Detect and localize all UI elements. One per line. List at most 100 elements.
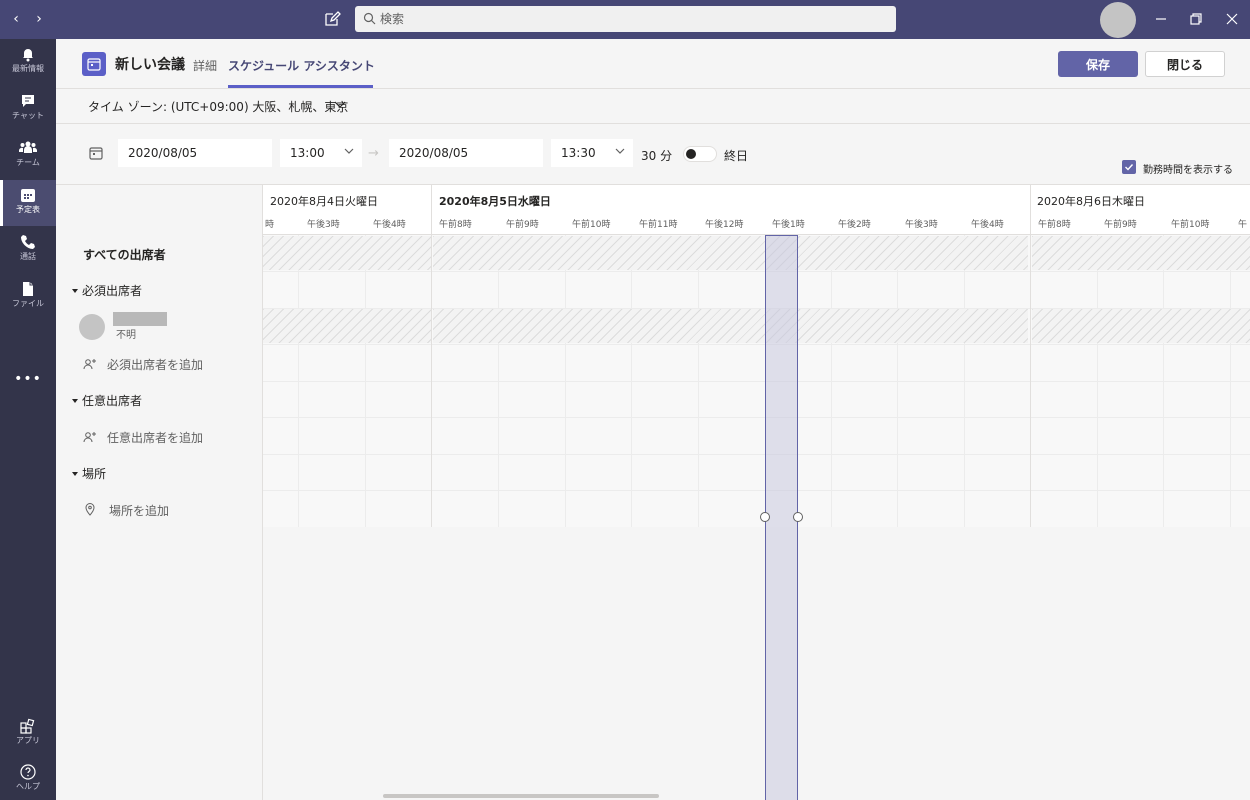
end-time-value: 13:30 — [561, 146, 596, 160]
all-day-label: 終日 — [724, 149, 749, 163]
chevron-down-icon — [334, 101, 346, 108]
restore-icon[interactable] — [1186, 9, 1206, 29]
grid-line — [263, 454, 1250, 455]
all-day-toggle[interactable] — [683, 146, 717, 162]
rail-chat[interactable]: チャット — [0, 86, 56, 132]
add-optional-attendee[interactable]: 任意出席者を追加 — [83, 429, 203, 446]
location-label: 場所 — [82, 467, 107, 481]
search-input[interactable] — [380, 9, 880, 29]
start-time-value: 13:00 — [290, 146, 325, 160]
apps-icon — [20, 718, 35, 734]
meeting-calendar-icon — [82, 52, 106, 76]
rail-label: チーム — [16, 158, 40, 167]
caret-down-icon — [72, 399, 78, 403]
rail-teams[interactable]: チーム — [0, 133, 56, 179]
required-attendees-header[interactable]: 必須出席者 — [72, 282, 142, 299]
timeline-body[interactable] — [263, 235, 1250, 527]
hour-label: 時 — [265, 220, 275, 230]
page-title: 新しい会議 — [115, 57, 185, 73]
hour-label: 午後3時 — [307, 220, 340, 230]
more-apps-button[interactable]: ••• — [0, 371, 56, 387]
rail-activity[interactable]: 最新情報 — [0, 39, 56, 85]
rail-label: ヘルプ — [16, 782, 40, 791]
add-location[interactable]: 場所を追加 — [84, 502, 169, 519]
rail-label: ファイル — [12, 299, 44, 308]
add-optional-label: 任意出席者を追加 — [107, 431, 204, 445]
resize-handle-start[interactable] — [760, 512, 770, 522]
non-working-hours-block — [1032, 309, 1250, 343]
all-attendees-label: すべての出席者 — [83, 248, 166, 262]
non-working-hours-block — [1032, 236, 1250, 270]
grid-line — [263, 344, 1250, 345]
non-working-hours-block — [433, 309, 1028, 343]
grid-line — [263, 271, 1250, 272]
caret-down-icon — [72, 289, 78, 293]
hour-label: 午後4時 — [971, 220, 1004, 230]
rail-help[interactable]: ヘルプ — [0, 757, 56, 800]
rail-apps[interactable]: アプリ — [0, 711, 56, 757]
add-required-attendee[interactable]: 必須出席者を追加 — [83, 356, 203, 373]
tab-scheduling-assistant[interactable]: スケジュール アシスタント — [228, 57, 375, 74]
day-divider — [1030, 185, 1031, 527]
close-window-icon[interactable] — [1222, 9, 1242, 29]
add-location-label: 場所を追加 — [109, 504, 170, 518]
phone-icon — [21, 235, 35, 249]
chevron-down-icon — [615, 148, 625, 154]
timezone-selector[interactable]: タイム ゾーン: (UTC+09:00) 大阪、札幌、東京 — [88, 98, 348, 115]
help-icon — [20, 764, 36, 780]
attendee-status: 不明 — [116, 330, 136, 341]
horizontal-scrollbar[interactable] — [383, 794, 659, 798]
attendee-name-redacted — [113, 312, 167, 326]
schedule-grid: 2020年8月4日火曜日 2020年8月5日水曜日 2020年8月6日木曜日 時… — [263, 184, 1250, 800]
optional-attendees-header[interactable]: 任意出席者 — [72, 392, 142, 409]
calendar-icon — [21, 189, 35, 202]
start-date-field[interactable]: 2020/08/05 — [118, 139, 272, 167]
add-required-label: 必須出席者を追加 — [107, 358, 204, 372]
hour-label: 午 — [1238, 220, 1248, 230]
start-time-select[interactable]: 13:00 — [280, 139, 362, 167]
calendar-icon — [89, 147, 103, 160]
close-button[interactable]: 閉じる — [1145, 51, 1225, 77]
compose-icon[interactable] — [323, 10, 341, 28]
bell-icon — [23, 49, 33, 62]
non-working-hours-block — [263, 236, 431, 270]
hour-label: 午前11時 — [639, 220, 678, 230]
save-button[interactable]: 保存 — [1058, 51, 1138, 77]
end-date-field[interactable]: 2020/08/05 — [389, 139, 543, 167]
day-label: 2020年8月6日木曜日 — [1037, 195, 1145, 208]
hour-label: 午後12時 — [705, 220, 744, 230]
hour-label: 午前10時 — [1171, 220, 1210, 230]
meeting-header: 新しい会議 詳細 スケジュール アシスタント 保存 閉じる — [56, 39, 1250, 89]
profile-avatar[interactable] — [1100, 2, 1136, 38]
hour-label: 午後2時 — [838, 220, 871, 230]
hour-label: 午前8時 — [439, 220, 472, 230]
title-bar: ‹ › — [0, 0, 1250, 39]
location-header[interactable]: 場所 — [72, 465, 106, 482]
rail-calendar[interactable]: 予定表 — [0, 180, 56, 226]
back-button[interactable]: ‹ — [8, 10, 24, 28]
end-time-select[interactable]: 13:30 — [551, 139, 633, 167]
hour-label: 午後3時 — [905, 220, 938, 230]
hour-label: 午後4時 — [373, 220, 406, 230]
rail-calls[interactable]: 通話 — [0, 227, 56, 273]
grid-line — [263, 381, 1250, 382]
active-tab-indicator — [228, 85, 373, 88]
non-working-hours-block — [263, 309, 431, 343]
grid-line — [263, 490, 1250, 491]
resize-handle-end[interactable] — [793, 512, 803, 522]
search-box[interactable] — [355, 6, 896, 32]
tab-details[interactable]: 詳細 — [193, 57, 217, 74]
timeline-header: 2020年8月4日火曜日 2020年8月5日水曜日 2020年8月6日木曜日 時… — [263, 185, 1250, 235]
day-divider — [431, 185, 432, 527]
working-hours-checkbox[interactable] — [1122, 160, 1136, 174]
hour-label: 午前10時 — [572, 220, 611, 230]
file-icon — [23, 282, 33, 296]
day-label: 2020年8月4日火曜日 — [270, 195, 378, 208]
minimize-icon[interactable] — [1151, 9, 1171, 29]
teams-icon — [19, 141, 37, 153]
rail-files[interactable]: ファイル — [0, 274, 56, 320]
forward-button[interactable]: › — [31, 10, 47, 28]
attendee-panel: すべての出席者 必須出席者 不明 必須出席者を追加 任意出席者 任意出席者を追加… — [56, 184, 263, 800]
grid-line — [263, 417, 1250, 418]
rail-label: チャット — [12, 111, 44, 120]
